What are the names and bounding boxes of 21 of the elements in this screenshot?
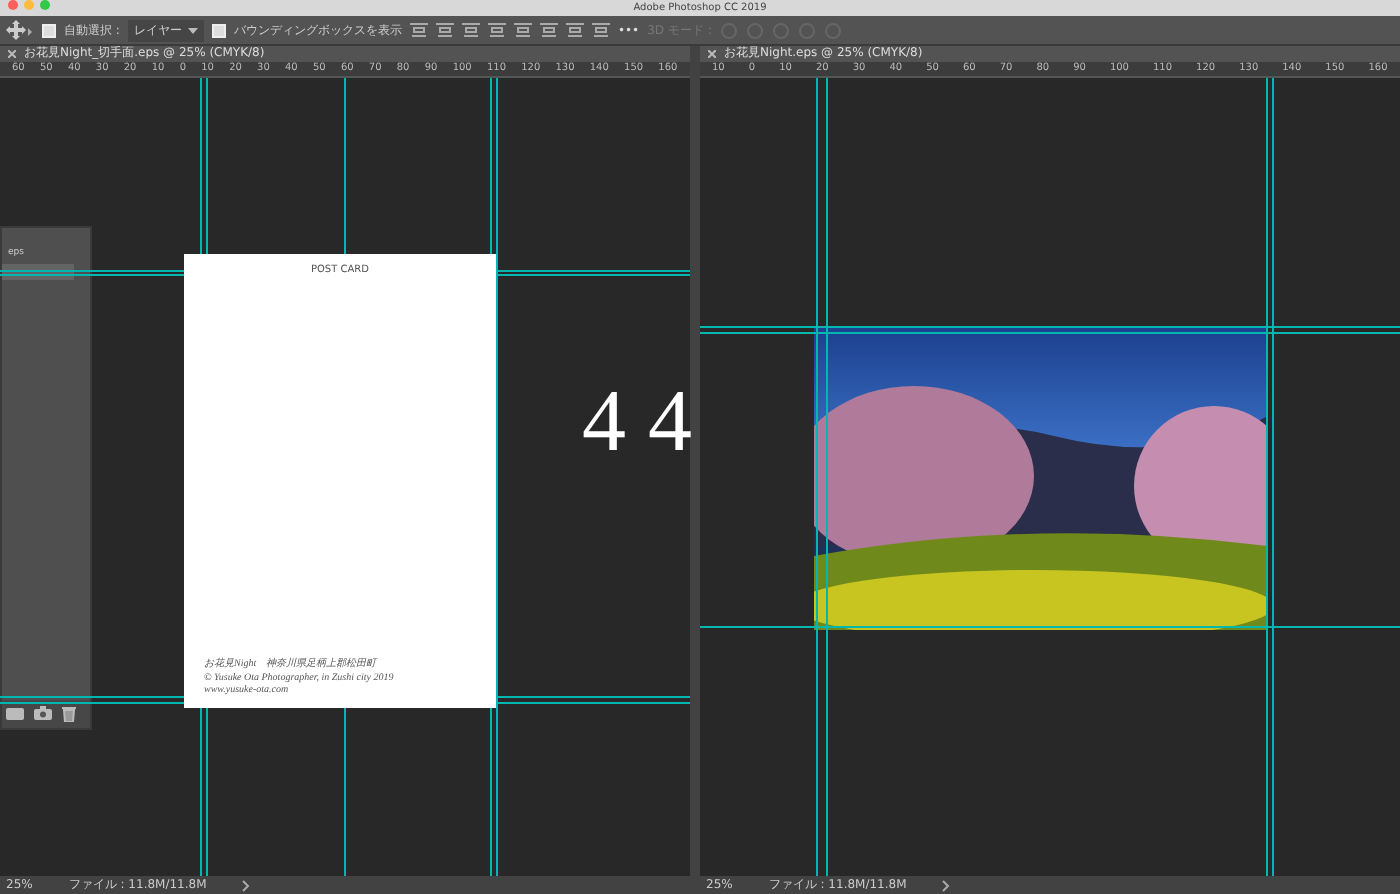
align-icon[interactable] xyxy=(513,21,532,39)
chevron-right-icon[interactable] xyxy=(942,879,951,891)
trash-icon[interactable] xyxy=(62,706,76,722)
close-icon[interactable] xyxy=(8,50,16,58)
close-icon[interactable] xyxy=(708,50,716,58)
link-icon[interactable] xyxy=(6,706,24,720)
align-icon[interactable] xyxy=(539,21,558,39)
align-icon[interactable] xyxy=(591,21,610,39)
close-icon[interactable] xyxy=(8,0,18,10)
move-tool-icon[interactable] xyxy=(6,20,34,40)
caret-icon xyxy=(187,27,198,33)
bounding-box-checkbox[interactable] xyxy=(211,23,226,37)
align-icon[interactable] xyxy=(409,21,428,39)
align-icon[interactable] xyxy=(435,21,454,39)
auto-select-checkbox[interactable] xyxy=(42,23,56,37)
overlay-number: 4 4 xyxy=(582,372,692,472)
align-icon[interactable] xyxy=(487,21,506,39)
camera-icon[interactable] xyxy=(34,706,52,720)
align-icon[interactable] xyxy=(461,21,480,39)
chevron-right-icon[interactable] xyxy=(242,879,251,891)
align-icon[interactable] xyxy=(565,21,584,39)
